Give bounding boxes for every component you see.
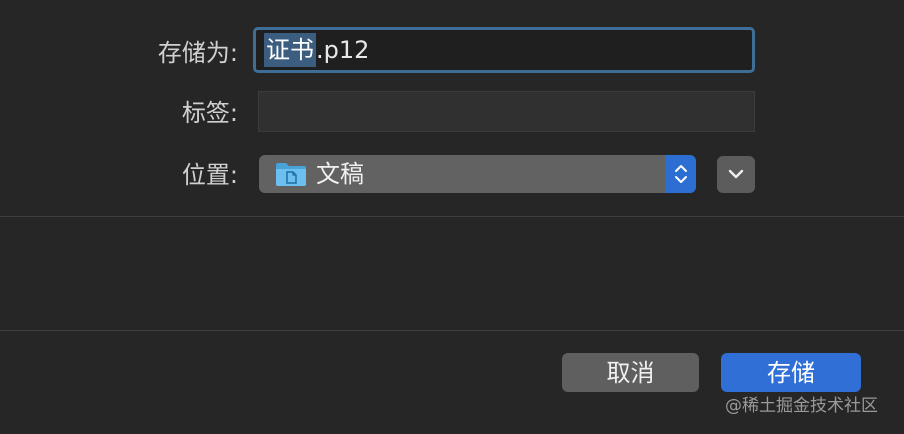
where-label: 位置: [181,161,238,189]
divider [0,216,904,217]
save-as-label: 存储为: [157,39,238,67]
filename-extension: .p12 [316,36,370,64]
save-button[interactable]: 存储 [721,353,861,392]
tags-label: 标签: [181,99,238,127]
up-down-chevron-icon[interactable] [665,155,696,193]
save-as-text[interactable]: 证书 .p12 [264,33,369,67]
expand-button[interactable] [717,156,755,193]
save-as-field[interactable]: 证书 .p12 [253,27,755,73]
divider [0,330,904,331]
tags-field[interactable] [258,91,755,132]
folder-icon [275,161,307,187]
location-popup[interactable]: 文稿 [259,155,696,193]
cancel-button[interactable]: 取消 [562,353,699,392]
chevron-down-icon [727,165,745,184]
location-label: 文稿 [316,160,364,188]
watermark: @稀土掘金技术社区 [725,396,878,416]
filename-selected-text: 证书 [264,33,316,67]
